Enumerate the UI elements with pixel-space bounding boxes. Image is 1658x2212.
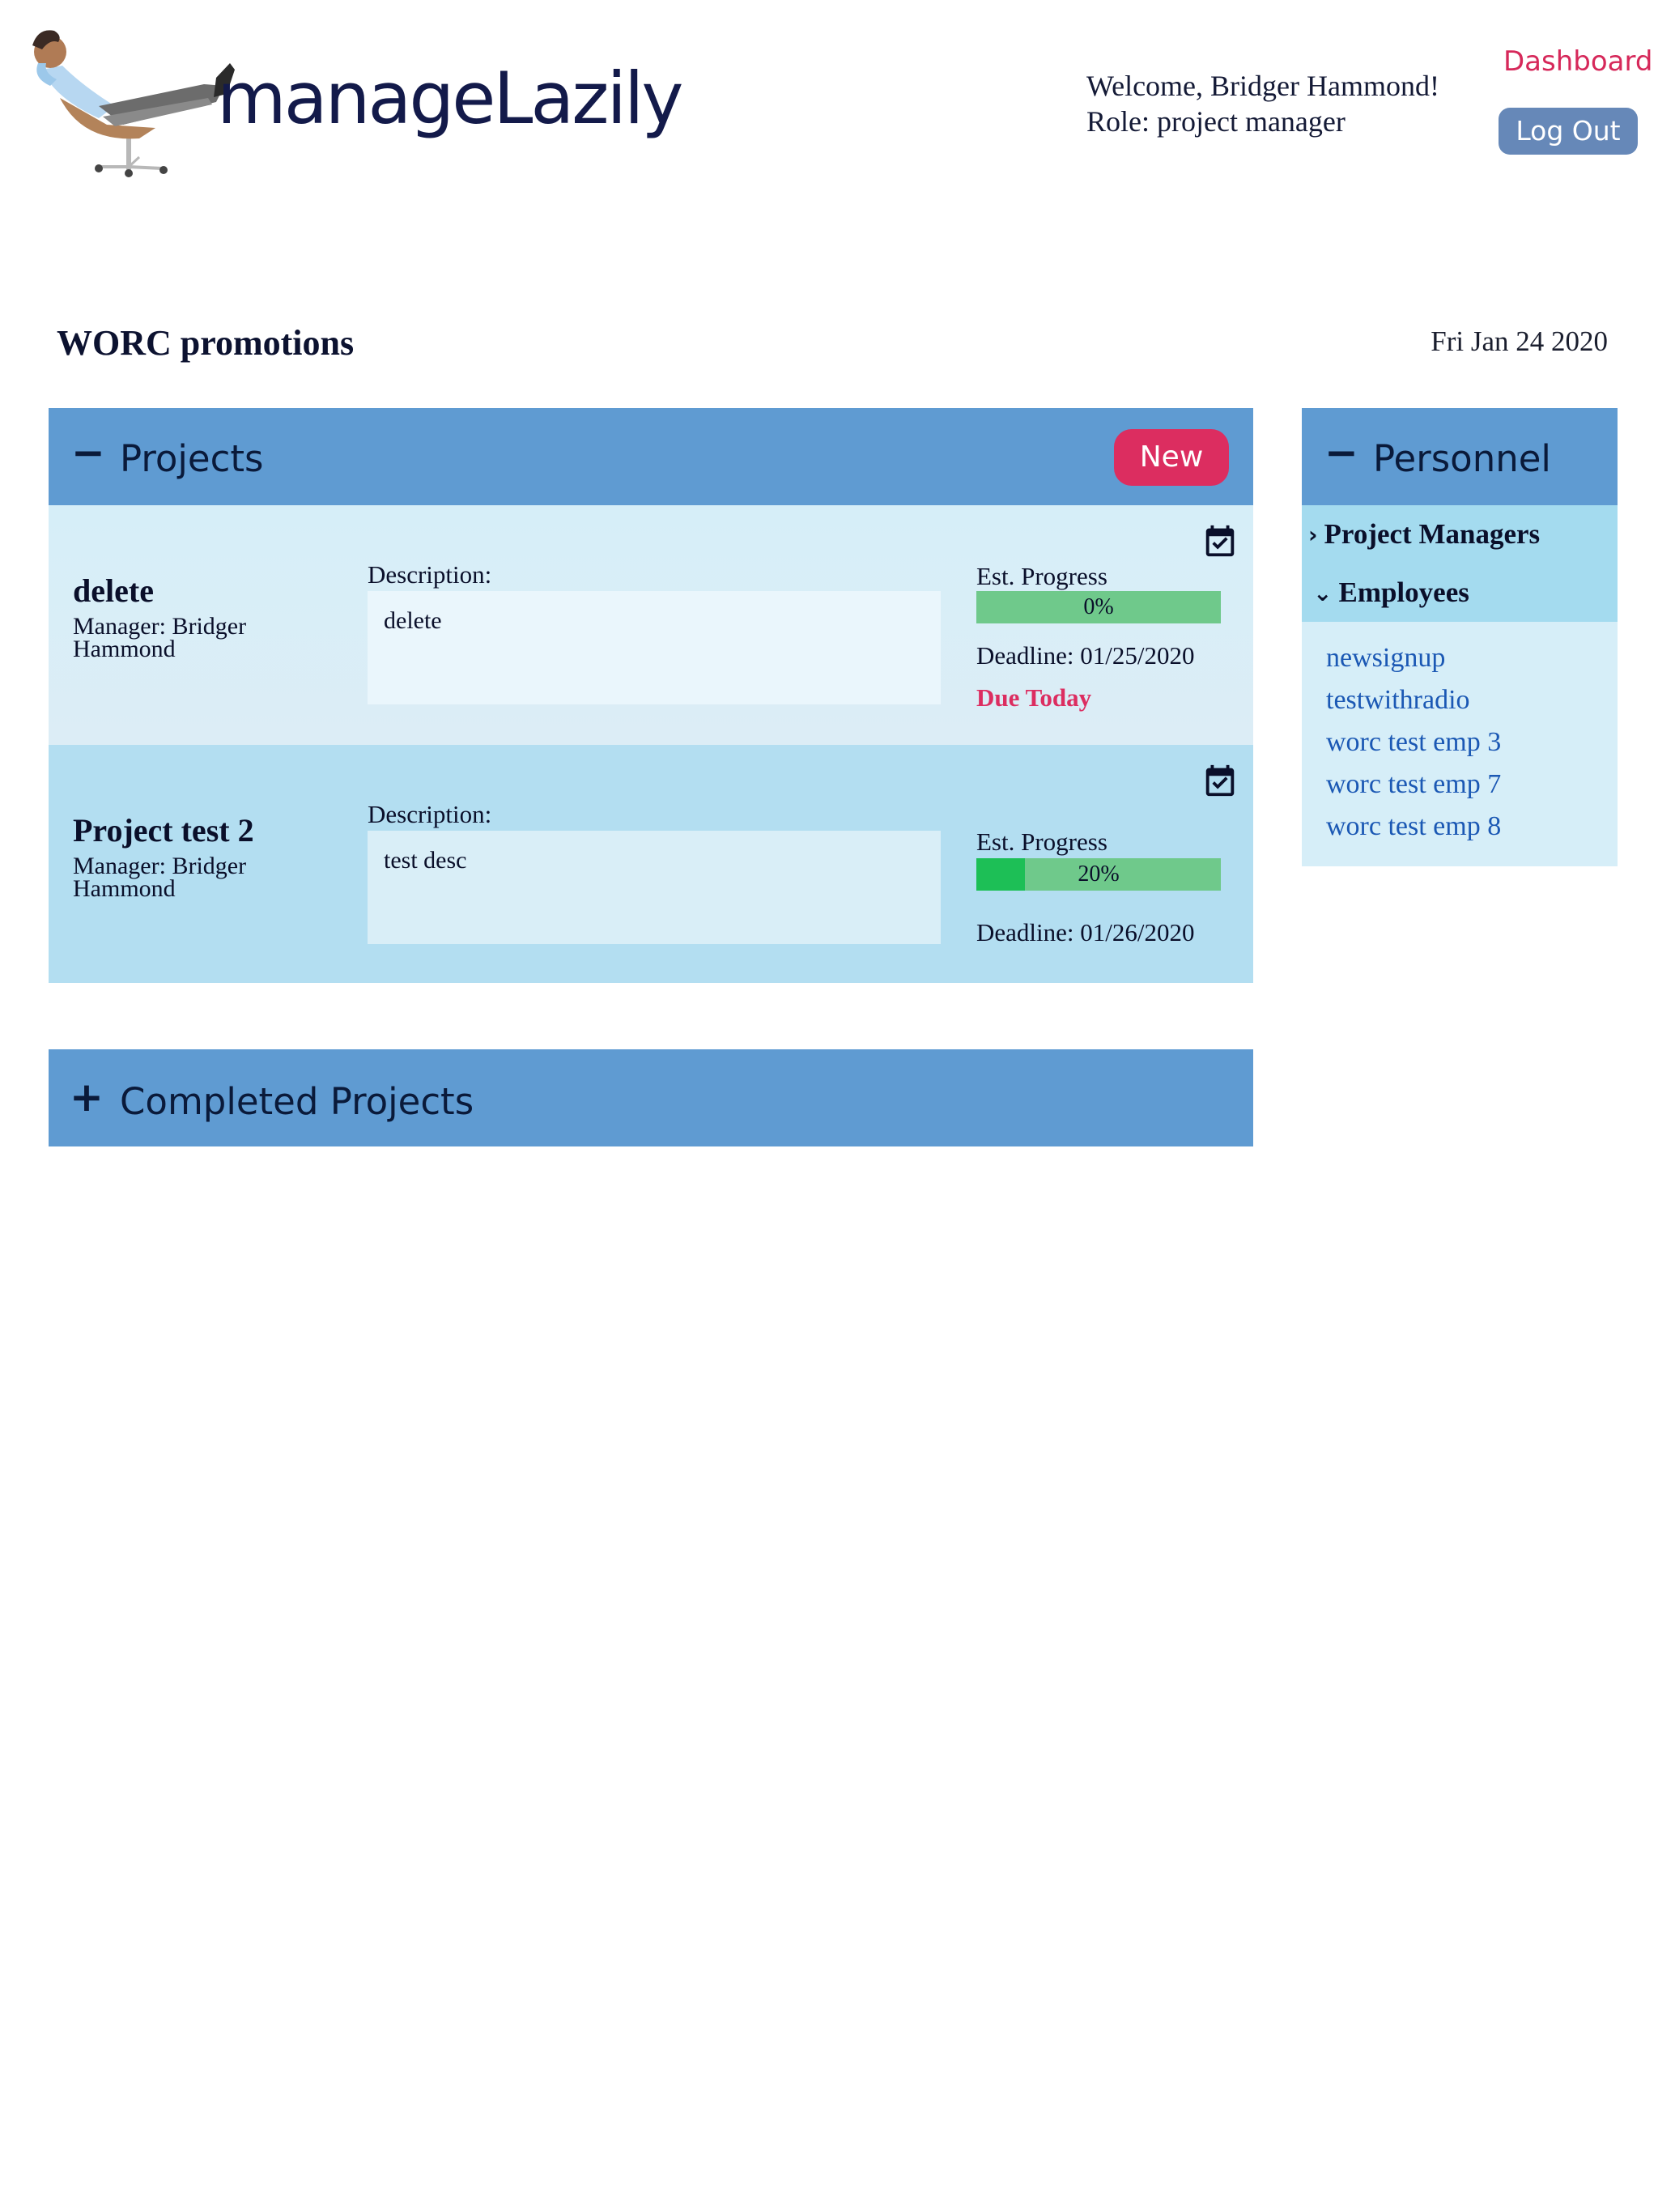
- collapse-projects-toggle[interactable]: −: [71, 432, 105, 473]
- role-text: Role: project manager: [1086, 105, 1346, 138]
- chevron-right-icon: ›: [1308, 521, 1318, 548]
- page-title: WORC promotions: [57, 323, 355, 363]
- collapse-personnel-toggle[interactable]: −: [1324, 432, 1358, 473]
- personnel-panel-header: − Personnel: [1302, 408, 1618, 505]
- group-employees[interactable]: ⌄ Employees: [1313, 576, 1469, 609]
- project-card[interactable]: delete Manager: Bridger Hammond Descript…: [49, 505, 1253, 745]
- progress-bar: 20%: [976, 858, 1221, 891]
- employee-link[interactable]: newsignup: [1326, 643, 1445, 674]
- new-project-button[interactable]: New: [1114, 429, 1229, 486]
- logout-button[interactable]: Log Out: [1499, 108, 1638, 155]
- project-description: test desc: [368, 831, 941, 944]
- project-card[interactable]: Project test 2 Manager: Bridger Hammond …: [49, 745, 1253, 983]
- expand-completed-toggle[interactable]: +: [70, 1077, 104, 1117]
- progress-label: Est. Progress: [976, 562, 1107, 590]
- user-info: Welcome, Bridger Hammond! Role: project …: [1086, 68, 1439, 139]
- personnel-groups: › Project Managers ⌄ Employees: [1302, 505, 1618, 622]
- employee-list: newsignup testwithradio worc test emp 3 …: [1302, 622, 1618, 866]
- project-name: Project test 2: [73, 812, 254, 849]
- project-deadline: Deadline: 01/25/2020: [976, 641, 1195, 670]
- project-manager: Manager: Bridger Hammond: [73, 613, 247, 662]
- due-status: Due Today: [976, 683, 1092, 712]
- progress-text: 20%: [1078, 861, 1120, 887]
- welcome-text: Welcome, Bridger Hammond!: [1086, 70, 1439, 102]
- progress-bar: 0%: [976, 591, 1221, 623]
- personnel-panel-title: Personnel: [1373, 437, 1551, 480]
- progress-text: 0%: [1083, 594, 1114, 619]
- chevron-down-icon: ⌄: [1313, 579, 1333, 606]
- employee-link[interactable]: testwithradio: [1326, 685, 1470, 716]
- project-deadline: Deadline: 01/26/2020: [976, 918, 1195, 946]
- calendar-check-icon[interactable]: [1201, 521, 1239, 560]
- completed-projects-title: Completed Projects: [120, 1080, 474, 1123]
- app-logo-text: manageLazily: [217, 57, 683, 140]
- project-manager: Manager: Bridger Hammond: [73, 853, 247, 902]
- group-project-managers[interactable]: › Project Managers: [1308, 518, 1540, 551]
- project-name: delete: [73, 572, 154, 609]
- group-label: Employees: [1338, 576, 1469, 608]
- current-date: Fri Jan 24 2020: [1431, 325, 1608, 357]
- nav-dashboard-link[interactable]: Dashboard: [1503, 45, 1652, 78]
- progress-label: Est. Progress: [976, 827, 1107, 856]
- description-label: Description:: [368, 800, 492, 828]
- completed-projects-header[interactable]: + Completed Projects: [49, 1049, 1253, 1146]
- employee-link[interactable]: worc test emp 3: [1326, 727, 1501, 758]
- calendar-check-icon[interactable]: [1201, 761, 1239, 800]
- projects-panel-header: − Projects New: [49, 408, 1253, 505]
- projects-panel-title: Projects: [120, 437, 264, 480]
- project-description: delete: [368, 591, 941, 704]
- group-label: Project Managers: [1324, 518, 1541, 550]
- employee-link[interactable]: worc test emp 8: [1326, 811, 1501, 842]
- description-label: Description:: [368, 560, 492, 589]
- employee-link[interactable]: worc test emp 7: [1326, 769, 1501, 800]
